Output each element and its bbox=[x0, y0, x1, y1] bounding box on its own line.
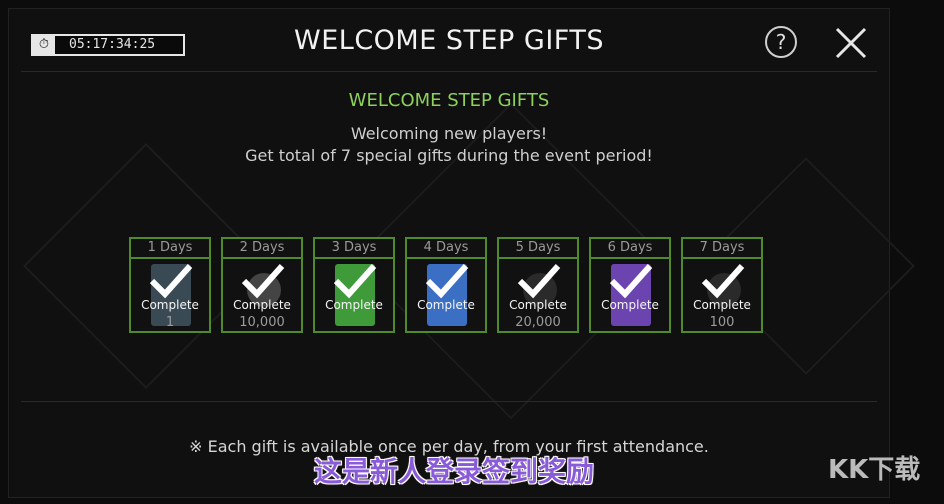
check-icon bbox=[149, 264, 193, 299]
day-reward-list: 1 Days Complete 1 2 Days Complete 10,000… bbox=[129, 237, 769, 337]
description-line-1: Welcoming new players! bbox=[350, 124, 548, 143]
day-card-3[interactable]: 3 Days Complete bbox=[313, 237, 395, 333]
day-label: 6 Days bbox=[591, 239, 669, 259]
check-icon bbox=[425, 264, 469, 299]
day-card-7[interactable]: 7 Days Complete 100 bbox=[681, 237, 763, 333]
page-title: WELCOME STEP GIFTS bbox=[294, 25, 604, 56]
check-icon bbox=[333, 264, 377, 299]
event-panel: ⏱ 05:17:34:25 WELCOME STEP GIFTS ? WELCO… bbox=[8, 8, 915, 498]
day-label: 2 Days bbox=[223, 239, 301, 259]
description-line-2: Get total of 7 special gifts during the … bbox=[245, 146, 653, 165]
day-card-1[interactable]: 1 Days Complete 1 bbox=[129, 237, 211, 333]
check-icon bbox=[241, 264, 285, 299]
header-divider bbox=[21, 71, 877, 72]
watermark-logo: KK下载 bbox=[828, 455, 921, 485]
day-label: 1 Days bbox=[131, 239, 209, 259]
reward-amount: 1 bbox=[165, 315, 175, 330]
check-icon bbox=[609, 264, 653, 299]
complete-label: Complete bbox=[417, 298, 475, 312]
caption-overlay: 这是新人登录签到奖励 bbox=[313, 455, 594, 488]
complete-label: Complete bbox=[325, 298, 383, 312]
close-button[interactable] bbox=[833, 25, 869, 61]
header: ⏱ 05:17:34:25 WELCOME STEP GIFTS ? bbox=[9, 9, 889, 73]
day-card-4[interactable]: 4 Days Complete bbox=[405, 237, 487, 333]
check-icon bbox=[701, 264, 745, 299]
complete-label: Complete bbox=[509, 298, 567, 312]
check-icon bbox=[517, 264, 561, 299]
day-label: 7 Days bbox=[683, 239, 761, 259]
section-title: WELCOME STEP GIFTS bbox=[348, 90, 550, 111]
help-button[interactable]: ? bbox=[765, 26, 797, 58]
reward-amount: 10,000 bbox=[239, 315, 285, 330]
reward-amount: 100 bbox=[709, 315, 735, 330]
footer-divider bbox=[21, 401, 877, 402]
complete-label: Complete bbox=[693, 298, 751, 312]
day-card-6[interactable]: 6 Days Complete bbox=[589, 237, 671, 333]
day-label: 4 Days bbox=[407, 239, 485, 259]
day-label: 3 Days bbox=[315, 239, 393, 259]
day-card-5[interactable]: 5 Days Complete 20,000 bbox=[497, 237, 579, 333]
day-card-2[interactable]: 2 Days Complete 10,000 bbox=[221, 237, 303, 333]
complete-label: Complete bbox=[141, 298, 199, 312]
close-icon bbox=[835, 27, 867, 59]
complete-label: Complete bbox=[233, 298, 291, 312]
day-label: 5 Days bbox=[499, 239, 577, 259]
complete-label: Complete bbox=[601, 298, 659, 312]
reward-amount: 20,000 bbox=[515, 315, 561, 330]
